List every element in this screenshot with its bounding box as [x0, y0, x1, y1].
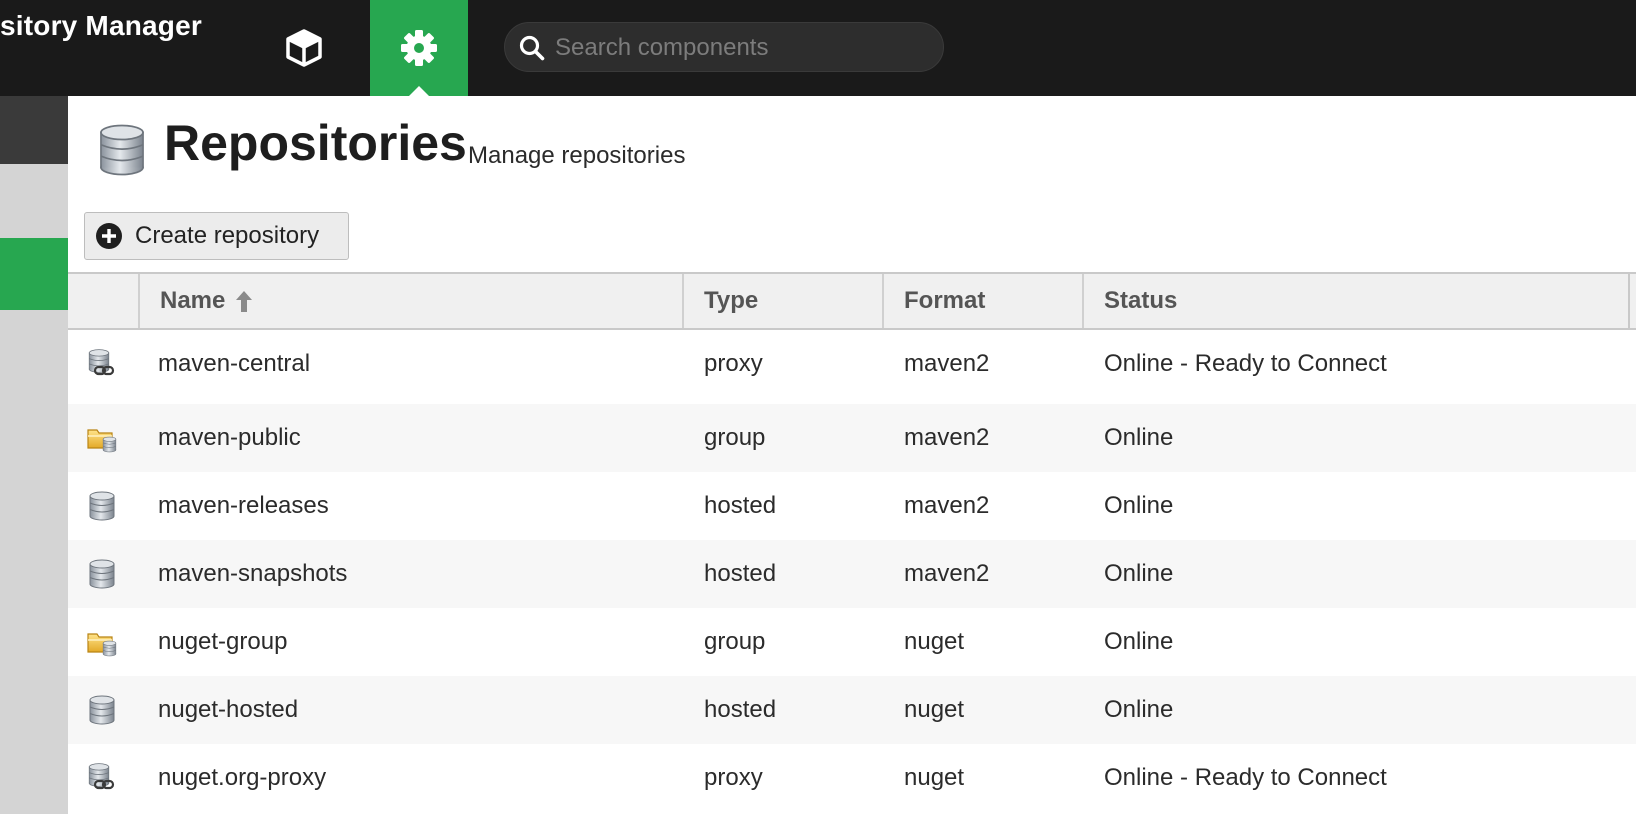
browse-button[interactable]	[262, 0, 346, 96]
app-title: sitory Manager	[0, 10, 202, 41]
plus-circle-icon	[96, 223, 122, 249]
row-type: group	[704, 628, 766, 655]
row-format: nuget	[904, 764, 965, 791]
create-repository-label: Create repository	[135, 222, 320, 249]
row-name: maven-central	[158, 350, 311, 377]
row-type: hosted	[704, 492, 777, 519]
top-bar: sitory Manager	[0, 0, 1636, 97]
row-status: Online - Ready to Connect	[1104, 350, 1387, 377]
row-status: Online	[1104, 696, 1174, 723]
active-nav-caret	[408, 86, 430, 97]
row-name: maven-releases	[158, 492, 329, 519]
row-status: Online	[1104, 560, 1174, 587]
row-status: Online	[1104, 492, 1174, 519]
hosted-repo-icon	[89, 559, 115, 589]
table-row[interactable]: maven-public group maven2 Online	[68, 404, 1636, 472]
header-right-divider	[1628, 272, 1630, 330]
row-status: Online	[1104, 628, 1174, 655]
header-type[interactable]: Type	[682, 274, 882, 328]
proxy-repo-icon	[88, 349, 115, 376]
group-repo-icon	[87, 633, 117, 657]
table-row[interactable]: nuget-group group nuget Online	[68, 608, 1636, 676]
row-name: maven-snapshots	[158, 560, 348, 587]
header-status-label: Status	[1104, 287, 1178, 314]
row-status: Online	[1104, 424, 1174, 451]
sidebar-collapsed-section[interactable]	[0, 96, 68, 164]
sidebar-item-selected[interactable]	[0, 238, 68, 310]
row-name: maven-public	[158, 424, 301, 451]
search-input[interactable]	[553, 23, 937, 73]
header-icon-column	[68, 274, 138, 328]
row-format: nuget	[904, 696, 965, 723]
row-type: hosted	[704, 696, 777, 723]
main-panel: Repositories Manage repositories Create …	[68, 96, 1636, 814]
table-row[interactable]: nuget-hosted hosted nuget Online	[68, 676, 1636, 744]
header-status[interactable]: Status	[1082, 274, 1628, 328]
table-row[interactable]: maven-central proxy maven2 Online - Read…	[68, 330, 1636, 398]
row-name: nuget-hosted	[158, 696, 299, 723]
row-format: nuget	[904, 628, 965, 655]
table-row[interactable]: nuget.org-proxy proxy nuget Online - Rea…	[68, 744, 1636, 812]
cube-icon	[286, 29, 322, 67]
create-repository-button[interactable]: Create repository	[84, 212, 349, 260]
row-format: maven2	[904, 492, 990, 519]
header-format-label: Format	[904, 287, 986, 314]
row-format: maven2	[904, 350, 990, 377]
group-repo-icon	[87, 429, 117, 453]
row-format: maven2	[904, 424, 990, 451]
database-icon	[100, 124, 144, 176]
hosted-repo-icon	[89, 491, 115, 521]
table-header: Name Type Format Status	[68, 272, 1636, 330]
proxy-repo-icon	[88, 763, 115, 790]
table-row[interactable]: maven-snapshots hosted maven2 Online	[68, 540, 1636, 608]
header-format[interactable]: Format	[882, 274, 1082, 328]
header-name-label: Name	[160, 287, 226, 314]
row-type: group	[704, 424, 766, 451]
header-type-label: Type	[704, 287, 759, 314]
row-name: nuget-group	[158, 628, 288, 655]
search-icon	[519, 35, 545, 61]
row-format: maven2	[904, 560, 990, 587]
row-name: nuget.org-proxy	[158, 764, 327, 791]
header-name[interactable]: Name	[138, 274, 682, 328]
page-title: Repositories	[164, 115, 467, 171]
row-type: proxy	[704, 350, 763, 377]
administration-button[interactable]	[370, 0, 468, 96]
row-type: proxy	[704, 764, 763, 791]
row-status: Online - Ready to Connect	[1104, 764, 1387, 791]
search-box[interactable]	[504, 22, 944, 73]
hosted-repo-icon	[89, 695, 115, 725]
gear-icon	[401, 30, 437, 66]
table-row[interactable]: maven-releases hosted maven2 Online	[68, 472, 1636, 540]
sort-ascending-icon	[236, 291, 253, 312]
page-subtitle: Manage repositories	[468, 142, 686, 169]
row-type: hosted	[704, 560, 777, 587]
